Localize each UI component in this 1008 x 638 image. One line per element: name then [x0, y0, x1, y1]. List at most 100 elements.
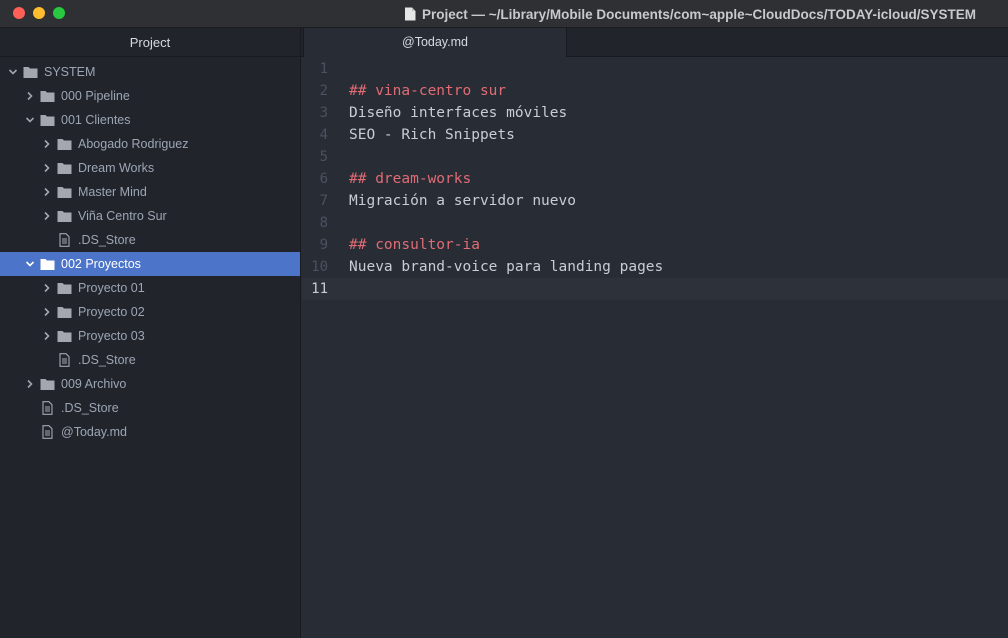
tree-item-label: Proyecto 01 — [78, 281, 145, 295]
editor-line[interactable]: 6 ## dream-works — [302, 168, 1008, 190]
folder-icon — [57, 305, 72, 319]
editor-line[interactable]: 9 ## consultor-ia — [302, 234, 1008, 256]
tree-item-proyecto-01[interactable]: Proyecto 01 — [0, 276, 300, 300]
editor-line[interactable]: 8 — [302, 212, 1008, 234]
folder-icon — [57, 185, 72, 199]
line-text: Diseño interfaces móviles — [349, 105, 568, 121]
app-window: Project — ~/Library/Mobile Documents/com… — [0, 0, 1008, 638]
file-icon — [40, 401, 55, 415]
chevron-right-icon[interactable] — [41, 138, 53, 150]
chevron-down-icon[interactable] — [7, 66, 19, 78]
folder-icon — [57, 281, 72, 295]
tree-item-label: 000 Pipeline — [61, 89, 130, 103]
line-number: 1 — [319, 61, 328, 77]
editor-line[interactable]: 10 Nueva brand-voice para landing pages — [302, 256, 1008, 278]
tree-item-ds-store[interactable]: .DS_Store — [0, 396, 300, 420]
title-bar[interactable]: Project — ~/Library/Mobile Documents/com… — [0, 0, 1008, 28]
tree-item-label: Proyecto 03 — [78, 329, 145, 343]
zoom-window-button[interactable] — [53, 7, 65, 19]
chevron-right-icon[interactable] — [24, 90, 36, 102]
chevron-right-icon[interactable] — [41, 186, 53, 198]
folder-icon — [40, 113, 55, 127]
editor-line[interactable]: 1 — [302, 58, 1008, 80]
line-number: 6 — [319, 171, 328, 187]
tree-item-000-pipeline[interactable]: 000 Pipeline — [0, 84, 300, 108]
tree-item-proyecto-03[interactable]: Proyecto 03 — [0, 324, 300, 348]
text-editor[interactable]: 1 2 ## vina-centro sur 3 Diseño interfaces m… — [302, 57, 1008, 638]
markdown-heading: ## dream-works — [349, 171, 472, 187]
chevron-down-icon[interactable] — [24, 258, 36, 270]
project-sidebar[interactable]: Project SYSTEM 000 Pipeline 001 Clientes Ab… — [0, 28, 301, 638]
tree-item-label: .DS_Store — [61, 401, 119, 415]
editor-line[interactable]: 3 Diseño interfaces móviles — [302, 102, 1008, 124]
folder-icon — [40, 89, 55, 103]
tree-item-dream-works[interactable]: Dream Works — [0, 156, 300, 180]
tree-item-label: Viña Centro Sur — [78, 209, 167, 223]
chevron-down-icon[interactable] — [24, 114, 36, 126]
editor-line[interactable]: 11 — [302, 278, 1008, 300]
tree-item-001-clientes[interactable]: 001 Clientes — [0, 108, 300, 132]
file-icon — [57, 353, 72, 367]
tree-item-009-archivo[interactable]: 009 Archivo — [0, 372, 300, 396]
markdown-heading: ## consultor-ia — [349, 237, 480, 253]
folder-icon — [57, 137, 72, 151]
tree-item-label: 009 Archivo — [61, 377, 127, 391]
project-panel-header: Project — [0, 28, 300, 57]
line-number: 5 — [319, 149, 328, 165]
line-number: 7 — [319, 193, 328, 209]
editor-line[interactable]: 7 Migración a servidor nuevo — [302, 190, 1008, 212]
tab-today-md[interactable]: @Today.md — [303, 28, 567, 57]
editor-line[interactable]: 2 ## vina-centro sur — [302, 80, 1008, 102]
close-window-button[interactable] — [13, 7, 25, 19]
tree-item-label: Proyecto 02 — [78, 305, 145, 319]
chevron-right-icon[interactable] — [41, 306, 53, 318]
window-title: Project — ~/Library/Mobile Documents/com… — [422, 6, 976, 22]
chevron-right-icon[interactable] — [24, 378, 36, 390]
line-text: Migración a servidor nuevo — [349, 193, 576, 209]
chevron-right-icon[interactable] — [41, 162, 53, 174]
line-number: 9 — [319, 237, 328, 253]
chevron-right-icon[interactable] — [41, 330, 53, 342]
folder-icon — [23, 65, 38, 79]
tree-item-label: .DS_Store — [78, 353, 136, 367]
folder-icon — [40, 257, 55, 271]
line-text: SEO - Rich Snippets — [349, 127, 515, 143]
folder-icon — [57, 209, 72, 223]
tree-item-label: Abogado Rodriguez — [78, 137, 189, 151]
tree-item-today-md[interactable]: @Today.md — [0, 420, 300, 444]
file-icon — [40, 425, 55, 439]
line-number: 10 — [311, 259, 328, 275]
line-number: 3 — [319, 105, 328, 121]
window-title-group: Project — ~/Library/Mobile Documents/com… — [404, 0, 976, 28]
tree-item-label: .DS_Store — [78, 233, 136, 247]
tree-item-002-proyectos[interactable]: 002 Proyectos — [0, 252, 300, 276]
tree-item-label: SYSTEM — [44, 65, 96, 79]
tree-item-label: @Today.md — [61, 425, 127, 439]
tree-item-abogado-rodriguez[interactable]: Abogado Rodriguez — [0, 132, 300, 156]
tree-item-system[interactable]: SYSTEM — [0, 60, 300, 84]
tree-item-label: 001 Clientes — [61, 113, 131, 127]
folder-icon — [57, 161, 72, 175]
folder-icon — [57, 329, 72, 343]
tree-item-ds-store[interactable]: .DS_Store — [0, 348, 300, 372]
minimize-window-button[interactable] — [33, 7, 45, 19]
tab-bar: @Today.md — [301, 28, 1008, 57]
tree-item-viña-centro-sur[interactable]: Viña Centro Sur — [0, 204, 300, 228]
tree-item-label: 002 Proyectos — [61, 257, 141, 271]
tree-item-ds-store[interactable]: .DS_Store — [0, 228, 300, 252]
line-number: 8 — [319, 215, 328, 231]
tree-item-label: Master Mind — [78, 185, 147, 199]
editor-line[interactable]: 4 SEO - Rich Snippets — [302, 124, 1008, 146]
line-text: Nueva brand-voice para landing pages — [349, 259, 664, 275]
document-icon — [405, 7, 416, 21]
chevron-right-icon[interactable] — [41, 282, 53, 294]
chevron-right-icon[interactable] — [41, 210, 53, 222]
file-icon — [57, 233, 72, 247]
tree-item-label: Dream Works — [78, 161, 155, 175]
tree-item-master-mind[interactable]: Master Mind — [0, 180, 300, 204]
markdown-heading: ## vina-centro sur — [349, 83, 507, 99]
tree-item-proyecto-02[interactable]: Proyecto 02 — [0, 300, 300, 324]
line-number: 2 — [319, 83, 328, 99]
line-number: 4 — [319, 127, 328, 143]
editor-line[interactable]: 5 — [302, 146, 1008, 168]
